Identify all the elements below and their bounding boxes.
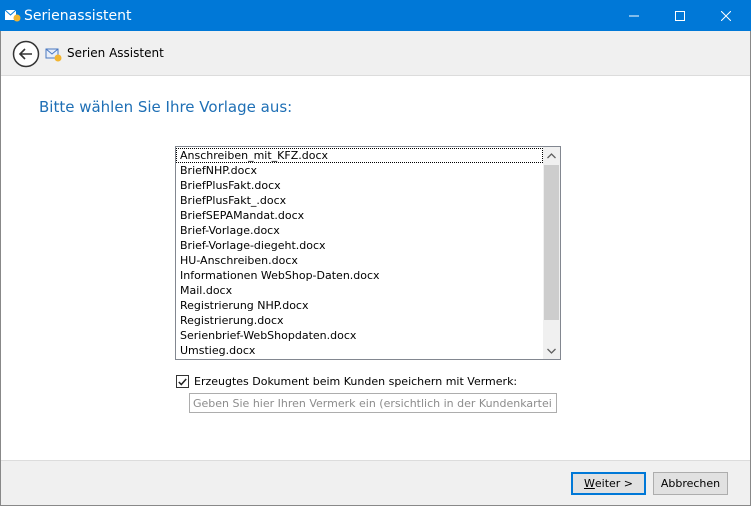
scroll-down-button[interactable]: [543, 342, 560, 359]
template-list-item[interactable]: BriefPlusFakt_.docx: [176, 193, 543, 208]
maximize-icon: [675, 10, 685, 21]
cancel-button[interactable]: Abbrechen: [653, 472, 728, 495]
save-document-label: Erzeugtes Dokument beim Kunden speichern…: [194, 375, 518, 388]
template-list-item[interactable]: HU-Anschreiben.docx: [176, 253, 543, 268]
wizard-toolbar: Serien Assistent: [1, 31, 750, 76]
title-bar: Serienassistent: [0, 0, 751, 31]
template-list-item[interactable]: BriefSEPAMandat.docx: [176, 208, 543, 223]
minimize-button[interactable]: [611, 0, 657, 31]
back-arrow-icon: [12, 40, 40, 68]
template-list-item[interactable]: Mail.docx: [176, 283, 543, 298]
template-list-item[interactable]: Anschreiben_mit_KFZ.docx: [176, 148, 543, 163]
save-document-option[interactable]: Erzeugtes Dokument beim Kunden speichern…: [176, 374, 517, 389]
template-list-item[interactable]: BriefNHP.docx: [176, 163, 543, 178]
maximize-button[interactable]: [657, 0, 703, 31]
template-list-item[interactable]: Brief-Vorlage.docx: [176, 223, 543, 238]
window-title: Serienassistent: [24, 8, 132, 24]
wizard-footer: Weiter > Abbrechen: [1, 460, 750, 505]
wizard-label: Serien Assistent: [67, 46, 164, 60]
remark-input[interactable]: [189, 393, 557, 413]
template-list-item[interactable]: BriefPlusFakt.docx: [176, 178, 543, 193]
template-list-item[interactable]: Brief-Vorlage-diegeht.docx: [176, 238, 543, 253]
scroll-thumb[interactable]: [544, 165, 559, 320]
save-document-checkbox[interactable]: [176, 375, 189, 388]
scroll-up-button[interactable]: [543, 147, 560, 164]
chevron-down-icon: [547, 348, 556, 354]
close-button[interactable]: [703, 0, 749, 31]
template-list: Anschreiben_mit_KFZ.docx BriefNHP.docx Bri…: [176, 148, 543, 358]
checkmark-icon: [178, 378, 187, 386]
minimize-icon: [629, 15, 639, 16]
template-list-item[interactable]: Serienbrief-WebShopdaten.docx: [176, 328, 543, 343]
template-list-item[interactable]: Informationen WebShop-Daten.docx: [176, 268, 543, 283]
page-heading: Bitte wählen Sie Ihre Vorlage aus:: [39, 98, 293, 116]
template-list-item[interactable]: Umstieg.docx: [176, 343, 543, 358]
template-list-item[interactable]: Registrierung.docx: [176, 313, 543, 328]
next-button[interactable]: Weiter >: [571, 472, 646, 495]
vertical-scrollbar[interactable]: [543, 147, 560, 359]
template-list-item[interactable]: Registrierung NHP.docx: [176, 298, 543, 313]
back-button[interactable]: [12, 40, 40, 68]
close-icon: [721, 10, 731, 21]
wizard-icon: [45, 46, 63, 62]
chevron-up-icon: [547, 152, 556, 158]
template-listbox[interactable]: Anschreiben_mit_KFZ.docx BriefNHP.docx Bri…: [175, 146, 561, 360]
app-icon: [4, 8, 21, 22]
